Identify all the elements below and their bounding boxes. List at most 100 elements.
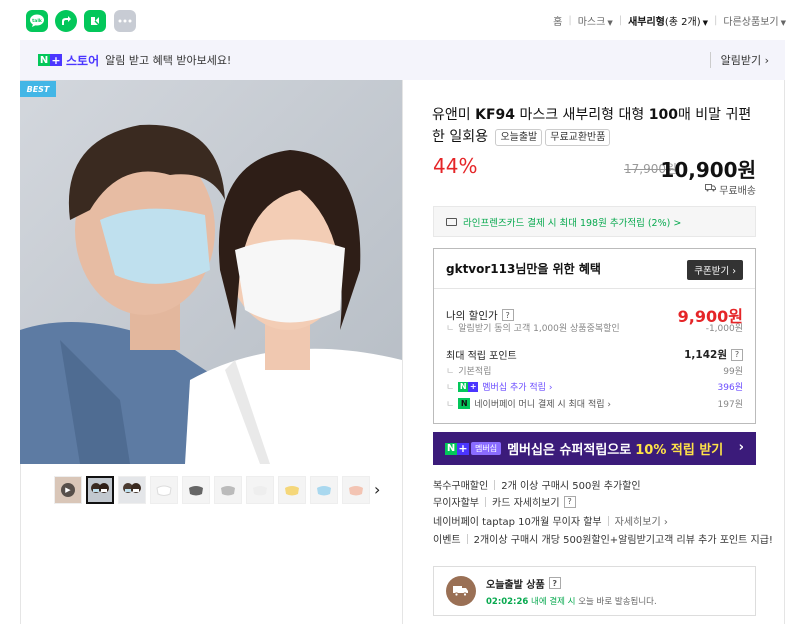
today-delivery-box: 오늘출발 상품? 02:02:26 내에 결제 시 오늘 바로 발송됩니다. bbox=[433, 566, 756, 616]
breadcrumb-home[interactable]: 홈 bbox=[553, 13, 562, 28]
store-alarm-banner: N + 스토어 알림 받고 혜택 받아보세요! 알림받기 › bbox=[20, 40, 785, 80]
thumbnail-image[interactable] bbox=[342, 476, 370, 504]
divider bbox=[784, 80, 785, 624]
shipping-info: 무료배송 bbox=[705, 182, 756, 197]
basic-points-value: 99원 bbox=[723, 367, 743, 377]
delivery-message: 오늘 바로 발송됩니다. bbox=[575, 596, 657, 607]
credit-card-icon bbox=[446, 217, 457, 226]
talk-icon-label: talk bbox=[32, 18, 43, 24]
help-icon[interactable]: ? bbox=[563, 495, 576, 508]
info-row-bulk-discount: 복수구매할인 2개 이상 구매시 500원 추가할인 bbox=[433, 477, 641, 492]
thumbnail-video[interactable]: ▶ bbox=[54, 476, 82, 504]
membership-link[interactable]: 멤버십 추가 적립 › bbox=[482, 380, 552, 393]
info-row-event: 이벤트 2개이상 구매시 개당 500원할인+알림받기고객 리뷰 추가 포인트 … bbox=[433, 531, 773, 546]
info-label: 네이버페이 taptap 10개월 무이자 할부 bbox=[433, 517, 602, 528]
max-points-value: 1,142원 bbox=[684, 349, 727, 361]
more-icon[interactable] bbox=[114, 10, 136, 32]
membership-banner-highlight: 10% 적립 받기 bbox=[635, 443, 724, 458]
card-benefit-banner[interactable]: 라인프렌즈카드 결제 시 최대 198원 추가적립 (2%) > bbox=[433, 206, 756, 237]
title-part: 100 bbox=[648, 107, 678, 123]
truck-icon bbox=[705, 184, 717, 195]
npay-points-row: ㄴ N 네이버페이 머니 결제 시 최대 적립 › 197원 bbox=[446, 397, 743, 410]
breadcrumb-separator: | bbox=[714, 15, 718, 26]
breadcrumb-other-label: 다른상품보기 bbox=[723, 17, 779, 28]
thumbnail-strip: ▶ bbox=[54, 476, 370, 504]
membership-points-row: ㄴ N + 멤버십 추가 적립 › 396원 bbox=[446, 380, 743, 393]
nplus-icon: N + bbox=[458, 381, 479, 392]
info-row-taptap: 네이버페이 taptap 10개월 무이자 할부 자세히보기 › bbox=[433, 513, 668, 528]
info-label: 무이자할부 bbox=[433, 498, 479, 509]
breadcrumb-current[interactable]: 새부리형(총 2개) ▼ bbox=[628, 13, 708, 28]
chevron-right-icon[interactable]: › bbox=[374, 480, 380, 499]
play-icon: ▶ bbox=[61, 483, 75, 497]
info-label: 복수구매할인 bbox=[433, 481, 489, 492]
max-points-label: 최대 적립 포인트 bbox=[446, 351, 517, 362]
shipping-label: 무료배송 bbox=[719, 186, 756, 197]
thumbnail-image[interactable] bbox=[310, 476, 338, 504]
chevron-right-icon: › bbox=[738, 440, 744, 455]
delivery-countdown: 02:02:26 bbox=[486, 596, 529, 607]
title-part: 마스크 새부리형 대형 bbox=[515, 107, 649, 123]
info-value: 2개이상 구매시 개당 500원할인+알림받기고객 리뷰 추가 포인트 지급! bbox=[473, 535, 773, 546]
card-detail-link[interactable]: 카드 자세히보기 bbox=[492, 494, 560, 509]
card-benefit-text: 라인프렌즈카드 결제 시 최대 198원 추가적립 (2%) > bbox=[463, 217, 682, 229]
membership-points-value: 396원 bbox=[717, 383, 743, 393]
banner-message: 알림 받고 혜택 받아보세요! bbox=[105, 54, 232, 67]
taptap-detail-link[interactable]: 자세히보기 › bbox=[615, 513, 668, 528]
share-icon[interactable] bbox=[55, 10, 77, 32]
delivery-time-suffix: 내에 결제 시 bbox=[531, 596, 576, 607]
npay-link[interactable]: 네이버페이 머니 결제 시 최대 적립 › bbox=[474, 397, 611, 410]
breadcrumb-category[interactable]: 마스크 ▼ bbox=[578, 13, 613, 28]
discount-rate: 44% bbox=[433, 154, 478, 178]
delivery-title: 오늘출발 상품 bbox=[486, 579, 545, 591]
best-badge: BEST bbox=[20, 81, 56, 97]
store-icon[interactable] bbox=[84, 10, 106, 32]
coupon-button[interactable]: 쿠폰받기 › bbox=[687, 260, 743, 280]
help-icon[interactable]: ? bbox=[548, 577, 561, 589]
help-icon[interactable]: ? bbox=[501, 309, 514, 321]
caret-down-icon: ▼ bbox=[780, 19, 786, 27]
thumbnail-image[interactable] bbox=[118, 476, 146, 504]
title-part: 유앤미 bbox=[432, 107, 476, 123]
store-name: 스토어 bbox=[66, 53, 100, 68]
thumbnail-image[interactable] bbox=[214, 476, 242, 504]
info-label: 이벤트 bbox=[433, 535, 461, 546]
thumbnail-image[interactable] bbox=[150, 476, 178, 504]
divider bbox=[710, 52, 711, 68]
thumbnail-image[interactable] bbox=[278, 476, 306, 504]
help-icon[interactable]: ? bbox=[731, 348, 743, 361]
breadcrumb-separator: | bbox=[568, 15, 572, 26]
basic-points-label: 기본적립 bbox=[458, 367, 492, 377]
delivery-truck-icon bbox=[446, 576, 476, 606]
membership-banner-text: 멤버십은 슈퍼적립으로 bbox=[507, 443, 632, 458]
basic-points-row: ㄴ 기본적립 99원 bbox=[446, 364, 743, 377]
info-row-installment: 무이자할부 카드 자세히보기 ? bbox=[433, 494, 576, 509]
npay-points-value: 197원 bbox=[717, 400, 743, 410]
title-part: KF94 bbox=[475, 107, 515, 123]
benefit-header: gktvor113님만을 위한 혜택 bbox=[446, 262, 601, 276]
talk-icon[interactable]: talk bbox=[26, 10, 48, 32]
product-main-image[interactable] bbox=[20, 80, 402, 464]
caret-down-icon: ▼ bbox=[607, 19, 613, 27]
alarm-coupon-value: -1,000원 bbox=[705, 324, 743, 334]
membership-pill: 멤버십 bbox=[471, 442, 502, 455]
tag-today-shipping: 오늘출발 bbox=[495, 128, 543, 146]
nplus-logo-icon: N + bbox=[445, 442, 469, 455]
breadcrumb-current-label: 새부리형 bbox=[628, 17, 665, 28]
benefit-box: gktvor113님만을 위한 혜택 쿠폰받기 › 나의 할인가 ? 9,900… bbox=[433, 248, 756, 424]
alarm-button[interactable]: 알림받기 › bbox=[721, 52, 769, 68]
breadcrumb-current-count: (총 2개) bbox=[664, 17, 701, 28]
thumbnail-image[interactable] bbox=[182, 476, 210, 504]
thumbnail-image[interactable] bbox=[86, 476, 114, 504]
membership-banner[interactable]: N + 멤버십 멤버십은 슈퍼적립으로 10% 적립 받기 › bbox=[433, 432, 756, 465]
alarm-coupon-label: 알림받기 동의 고객 1,000원 상품중복할인 bbox=[458, 324, 620, 334]
top-bar: talk 홈 | 마스크 ▼ | 새부리형(총 2개) ▼ | 다른상품보기 ▼ bbox=[0, 0, 800, 40]
thumbnail-image[interactable] bbox=[246, 476, 274, 504]
tag-free-return: 무료교환반품 bbox=[545, 128, 611, 146]
nplus-logo-icon: N + bbox=[38, 53, 62, 67]
breadcrumb: 홈 | 마스크 ▼ | 새부리형(총 2개) ▼ | 다른상품보기 ▼ bbox=[553, 13, 786, 28]
breadcrumb-other[interactable]: 다른상품보기 ▼ bbox=[723, 13, 786, 28]
breadcrumb-category-label: 마스크 bbox=[577, 17, 606, 28]
breadcrumb-separator: | bbox=[618, 15, 623, 26]
caret-down-icon: ▼ bbox=[702, 19, 709, 27]
